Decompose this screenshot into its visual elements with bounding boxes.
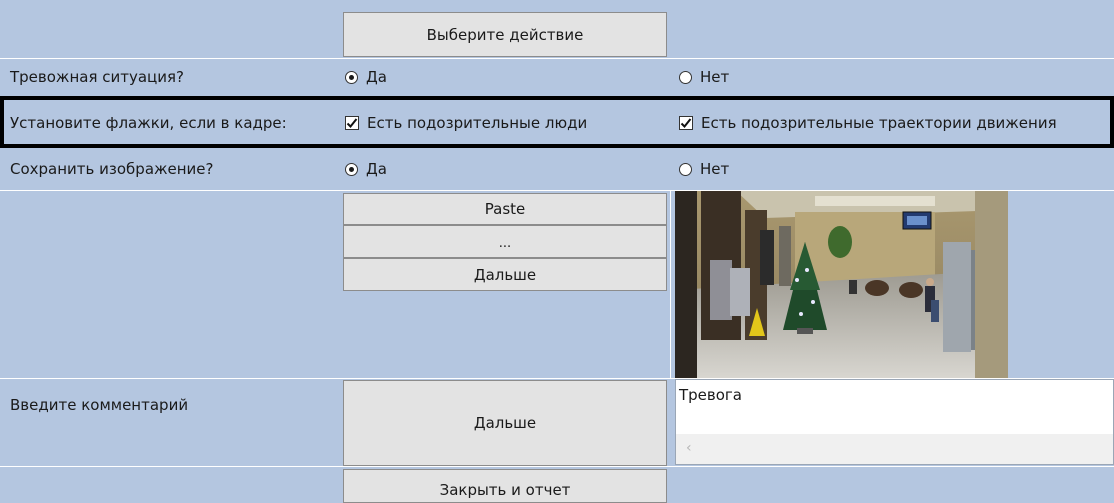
suspicious-people-checkbox[interactable]: Есть подозрительные люди bbox=[345, 114, 587, 132]
save-image-question-label: Сохранить изображение? bbox=[10, 160, 214, 178]
alarm-question-label: Тревожная ситуация? bbox=[10, 68, 184, 86]
comment-text: Тревога bbox=[679, 386, 743, 404]
suspicious-trajectories-checkbox[interactable]: Есть подозрительные траектории движения bbox=[679, 114, 1057, 132]
alarm-row: Тревожная ситуация? Да Нет bbox=[0, 58, 1114, 96]
save-no-radio[interactable]: Нет bbox=[679, 160, 729, 178]
row-separator bbox=[0, 378, 1114, 379]
comment-next-button[interactable]: Дальше bbox=[343, 380, 667, 466]
image-next-button[interactable]: Дальше bbox=[343, 258, 667, 291]
save-yes-label: Да bbox=[366, 160, 387, 178]
horizontal-scrollbar[interactable]: ‹ bbox=[676, 434, 1113, 464]
save-yes-radio[interactable]: Да bbox=[345, 160, 387, 178]
suspicious-trajectories-label: Есть подозрительные траектории движения bbox=[701, 114, 1057, 132]
paste-button[interactable]: Paste bbox=[343, 193, 667, 225]
browse-button[interactable]: ... bbox=[343, 225, 667, 258]
flags-question-label: Установите флажки, если в кадре: bbox=[10, 114, 287, 132]
radio-empty-icon bbox=[679, 162, 692, 176]
alarm-no-radio[interactable]: Нет bbox=[679, 68, 729, 86]
save-no-label: Нет bbox=[700, 160, 730, 178]
comment-label: Введите комментарий bbox=[10, 396, 189, 414]
alarm-no-label: Нет bbox=[700, 68, 730, 86]
row-separator bbox=[0, 58, 1114, 59]
checkmark-icon bbox=[345, 116, 359, 130]
radio-empty-icon bbox=[679, 70, 692, 84]
select-action-button[interactable]: Выберите действие bbox=[343, 12, 667, 57]
row-separator bbox=[0, 466, 1114, 467]
comment-textbox[interactable]: Тревога ‹ bbox=[675, 379, 1114, 465]
row-separator bbox=[0, 190, 1114, 191]
camera-snapshot-image bbox=[675, 190, 1008, 378]
alarm-yes-radio[interactable]: Да bbox=[345, 68, 387, 86]
close-and-report-button[interactable]: Закрыть и отчет bbox=[343, 469, 667, 503]
radio-selected-icon bbox=[345, 70, 358, 84]
column-separator bbox=[670, 190, 671, 378]
flags-row: Установите флажки, если в кадре: Есть по… bbox=[0, 96, 1114, 148]
radio-selected-icon bbox=[345, 162, 358, 176]
scroll-left-arrow-icon[interactable]: ‹ bbox=[686, 440, 692, 456]
checkmark-icon bbox=[679, 116, 693, 130]
save-image-row: Сохранить изображение? Да Нет bbox=[0, 148, 1114, 190]
suspicious-people-label: Есть подозрительные люди bbox=[367, 114, 588, 132]
alarm-yes-label: Да bbox=[366, 68, 387, 86]
